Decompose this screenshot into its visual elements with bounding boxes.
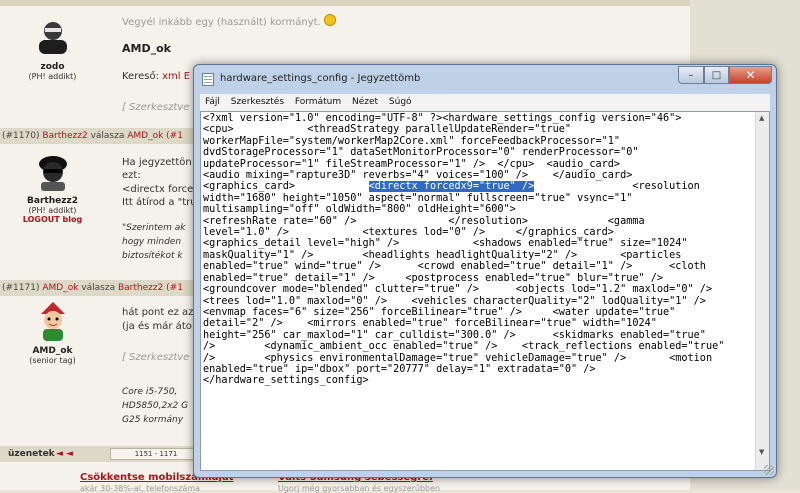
post-author-barthezz2[interactable]: Barthezz2 (PH! addikt) LOGOUT blog [0, 152, 105, 224]
edit-note: [ Szerkesztve [122, 102, 190, 113]
close-icon: ✕ [745, 68, 756, 82]
post-header-author[interactable]: AMD_ok [42, 283, 78, 293]
post-text-line: (ja és már áto [122, 321, 192, 332]
text-after-selection: <resolution width="1680" height="1050" a… [203, 181, 725, 387]
menu-bar: Fájl Szerkesztés Formátum Nézet Súgó [200, 94, 770, 111]
menu-view[interactable]: Nézet [352, 97, 378, 107]
window-title: hardware_settings_config - Jegyzettömb [220, 73, 421, 84]
scroll-up-icon[interactable]: ▲ [759, 114, 764, 122]
quote-line: biztosítékot k [122, 251, 183, 261]
minimize-icon: – [688, 69, 694, 81]
pager-label: üzenetek [8, 449, 55, 459]
pager-first-prev-icon[interactable]: ◄ ◄ [56, 446, 73, 462]
maximize-button[interactable]: □ [704, 66, 729, 84]
post-text-line: Itt átírod a "tru [122, 197, 197, 208]
menu-file[interactable]: Fájl [205, 97, 220, 107]
post-header-target[interactable]: Barthezz2 (#1 [118, 283, 183, 293]
post-text-line: ezt: [122, 170, 141, 181]
post-header-mid: válasza [81, 283, 116, 293]
post-text-line: hát pont ez az [122, 307, 194, 318]
avatar [38, 22, 67, 54]
author-blog-link[interactable]: LOGOUT blog [0, 215, 105, 224]
menu-format[interactable]: Formátum [295, 97, 341, 107]
notepad-window[interactable]: hardware_settings_config - Jegyzettömb –… [193, 64, 777, 478]
post-author-amd-ok[interactable]: AMD_ok (senior tag) [0, 302, 105, 365]
quoted-name: AMD_ok [122, 42, 171, 55]
post-header-author[interactable]: Barthezz2 [42, 131, 87, 141]
post-header-mid: válasza [90, 131, 125, 141]
pager-range[interactable]: 1151 - 1171 [110, 448, 202, 460]
vertical-scrollbar[interactable]: ▲ ▼ [755, 112, 769, 470]
ad-subtext: akár 30-38%-al, telefonszáma [80, 484, 201, 493]
author-name[interactable]: AMD_ok [0, 346, 105, 356]
edit-note: [ Szerkesztve [122, 352, 190, 363]
quote-line: "Szerintem ak [122, 223, 186, 233]
avatar [38, 156, 67, 191]
search-label: Kereső: [122, 71, 159, 82]
post-text-line: <directx force [122, 184, 194, 195]
text-editor[interactable]: <?xml version="1.0" encoding="UTF-8" ?><… [200, 111, 770, 471]
selected-text[interactable]: <directx forcedx9="true" /> [368, 181, 535, 193]
author-rank: (PH! addikt) [28, 206, 77, 215]
author-rank: (senior tag) [29, 356, 76, 365]
minimize-button[interactable]: – [678, 66, 704, 84]
post-text-line: Vegyél inkább egy (használt) kormányt. [122, 14, 336, 30]
notepad-icon [202, 73, 214, 86]
ad-subtext: Ugorj még gyorsabban és egyszerűbben [278, 484, 441, 493]
menu-edit[interactable]: Szerkesztés [231, 97, 284, 107]
title-bar[interactable]: hardware_settings_config - Jegyzettömb –… [194, 65, 776, 93]
signature-line: Core i5-750, [122, 387, 178, 397]
top-header-strip [0, 0, 690, 6]
resize-grip-icon[interactable] [764, 465, 774, 475]
avatar [40, 302, 65, 341]
post-header-target[interactable]: AMD_ok (#1 [127, 131, 183, 141]
post-author-zodo[interactable]: zodo (PH! addikt) [0, 18, 105, 81]
maximize-icon: □ [711, 69, 722, 81]
search-link[interactable]: xml E [162, 71, 190, 82]
signature-line: HD5850,2x2 G [122, 401, 189, 411]
scroll-down-icon[interactable]: ▼ [759, 448, 764, 456]
author-name[interactable]: Barthezz2 [0, 196, 105, 206]
post-text: Vegyél inkább egy (használt) kormányt. [122, 17, 321, 28]
menu-help[interactable]: Súgó [389, 97, 412, 107]
post-number[interactable]: (#1170) [2, 131, 39, 141]
smiley-icon [323, 14, 336, 26]
post-number[interactable]: (#1171) [2, 283, 39, 293]
close-button[interactable]: ✕ [729, 66, 772, 84]
author-rank: (PH! addikt) [28, 72, 77, 81]
search-line: Kereső: xml E [122, 70, 190, 84]
post-text-line: Ha jegyzettön [122, 157, 192, 168]
quote-line: hogy minden [122, 237, 182, 247]
author-name[interactable]: zodo [0, 62, 105, 72]
editor-content[interactable]: <?xml version="1.0" encoding="UTF-8" ?><… [201, 112, 769, 387]
signature-line: G25 kormány [122, 415, 184, 425]
